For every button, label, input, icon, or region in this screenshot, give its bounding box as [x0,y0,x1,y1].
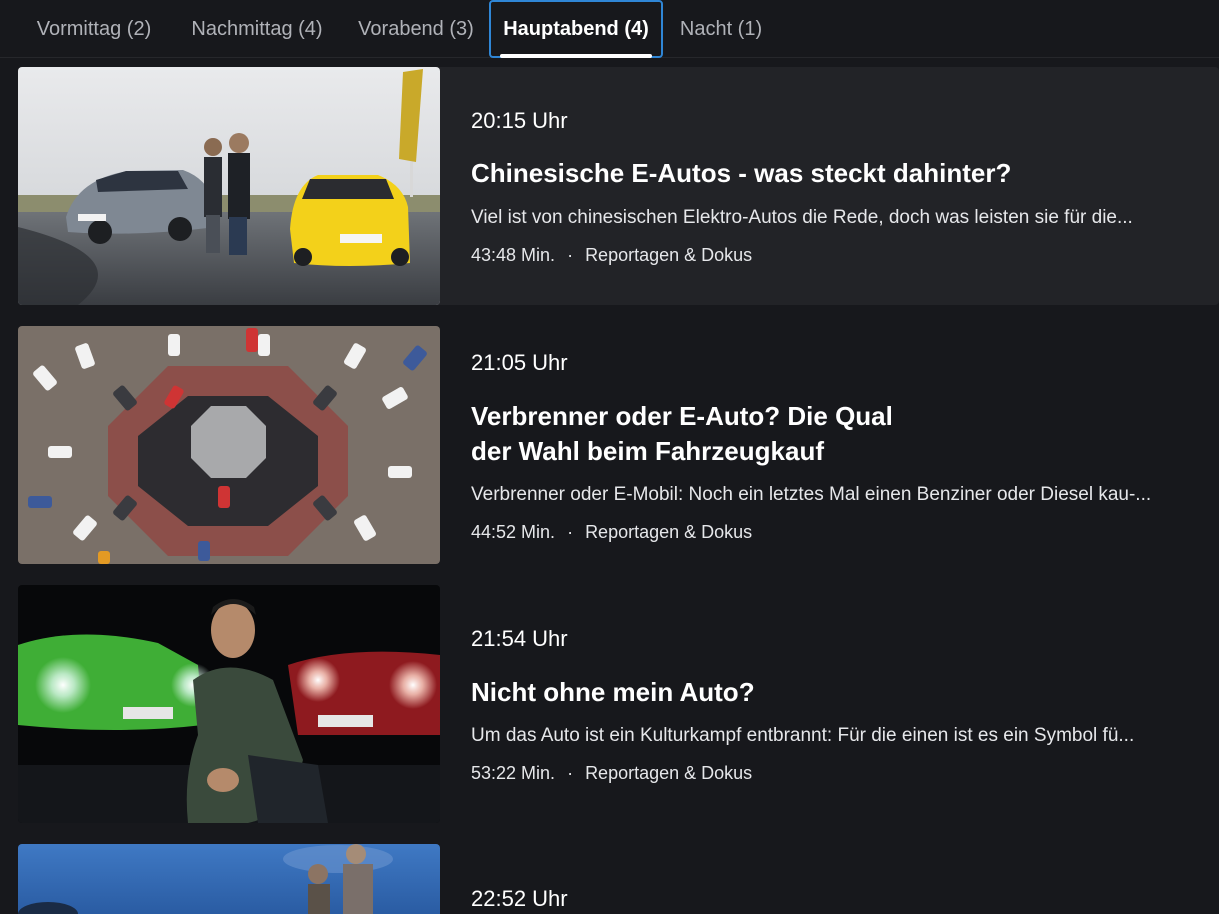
daypart-tabs: Vormittag (2) Nachmittag (4) Vorabend (3… [0,0,1219,58]
man-in-front-of-cars-night-thumbnail [18,585,440,823]
tab-hauptabend[interactable]: Hauptabend (4) [489,0,663,58]
program-item[interactable]: 22:52 Uhr [18,844,1219,914]
program-title[interactable]: Verbrenner oder E-Auto? Die Qual der Wah… [471,399,911,469]
broadcast-time: 21:05 Uhr [471,350,568,375]
program-meta: 43:48 Min. · Reportagen & Dokus [471,245,752,266]
category: Reportagen & Dokus [585,522,753,542]
program-title[interactable]: Chinesische E-Autos - was steckt dahinte… [471,156,1171,191]
broadcast-time: 21:54 Uhr [471,626,568,651]
category: Reportagen & Dokus [585,245,753,265]
program-item[interactable]: 21:05 Uhr Verbrenner oder E-Auto? Die Qu… [18,326,1219,564]
duration: 53:22 Min. [471,763,556,783]
program-meta: 53:22 Min. · Reportagen & Dokus [471,763,752,784]
program-description: Um das Auto ist ein Kulturkampf entbrann… [471,725,1135,746]
blue-sky-people-thumbnail [18,844,440,914]
program-meta: 44:52 Min. · Reportagen & Dokus [471,522,752,543]
category: Reportagen & Dokus [585,763,753,783]
tab-nachmittag[interactable]: Nachmittag (4) [172,0,342,58]
duration: 44:52 Min. [471,522,556,542]
parking-lot-aerial-thumbnail [18,326,440,564]
separator: · [567,763,574,783]
broadcast-time: 20:15 Uhr [471,108,568,133]
program-item[interactable]: 21:54 Uhr Nicht ohne mein Auto? Um das A… [18,585,1219,823]
program-title[interactable]: Nicht ohne mein Auto? [471,675,1171,710]
broadcast-time: 22:52 Uhr [471,886,568,911]
tab-nacht[interactable]: Nacht (1) [665,0,777,58]
tab-vorabend[interactable]: Vorabend (3) [343,0,489,58]
program-description: Verbrenner oder E-Mobil: Noch ein letzte… [471,484,1152,505]
program-description: Viel ist von chinesischen Elektro-Autos … [471,207,1133,228]
two-men-with-e-cars-thumbnail [18,67,440,305]
tab-vormittag[interactable]: Vormittag (2) [18,0,170,58]
separator: · [567,522,574,542]
separator: · [567,245,574,265]
duration: 43:48 Min. [471,245,556,265]
program-item[interactable]: 20:15 Uhr Chinesische E-Autos - was stec… [18,67,1219,305]
